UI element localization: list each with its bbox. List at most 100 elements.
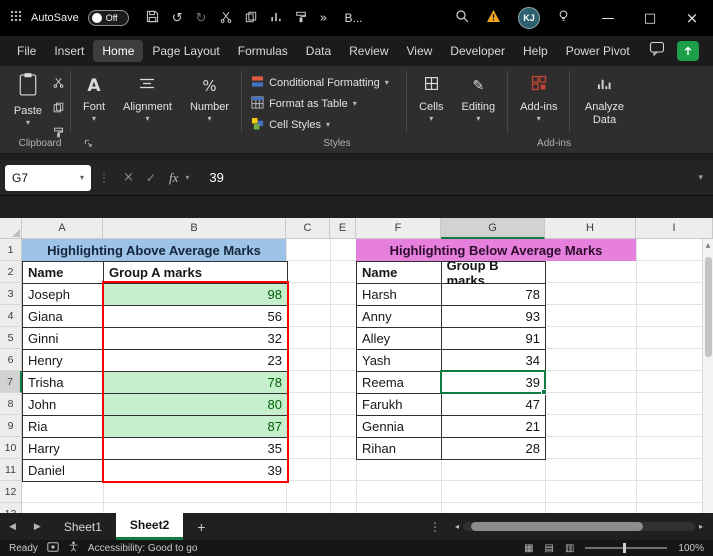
cell-F5[interactable]: Alley [357,328,442,350]
lightbulb-icon[interactable] [557,9,570,28]
row-header-4[interactable]: 4 [0,305,22,327]
analyze-data-button[interactable]: Analyze Data [573,69,635,127]
sheet-tab-sheet1[interactable]: Sheet1 [50,513,116,540]
cell-G2[interactable]: Group B marks [442,262,546,284]
cell-A8[interactable]: John [23,394,104,416]
cell-A11[interactable]: Daniel [23,460,104,482]
conditional-formatting-button[interactable]: Conditional Formatting ▾ [251,75,397,91]
cell-styles-button[interactable]: Cell Styles ▾ [251,117,397,133]
cell-A3[interactable]: Joseph [23,284,104,306]
cell-G6[interactable]: 34 [442,350,546,372]
cell-F8[interactable]: Farukh [357,394,442,416]
tab-help[interactable]: Help [514,40,557,62]
cut-icon[interactable] [53,75,64,93]
cell-F4[interactable]: Anny [357,306,442,328]
zoom-level[interactable]: 100% [678,543,704,554]
col-header-G[interactable]: G [441,218,545,239]
macro-record-icon[interactable] [47,542,59,555]
cell-A9[interactable]: Ria [23,416,104,438]
editing-group-button[interactable]: ✎ Editing ▾ [453,69,505,123]
zoom-slider[interactable] [585,547,667,549]
enter-icon[interactable]: ✓ [146,171,156,185]
minimize-button[interactable]: — [587,0,629,36]
scroll-right-icon[interactable]: ▸ [695,522,707,531]
cell-B10[interactable]: 35 [104,438,288,460]
sheet-nav-left-icon[interactable]: ◀ [0,522,25,532]
font-group-button[interactable]: A Font ▾ [74,69,114,123]
cell-G3[interactable]: 78 [442,284,546,306]
alignment-group-button[interactable]: Alignment ▾ [114,69,181,123]
format-as-table-button[interactable]: Format as Table ▾ [251,96,397,112]
save-icon[interactable] [146,10,159,26]
row-header-11[interactable]: 11 [0,459,22,481]
chart-icon[interactable] [270,11,282,26]
col-header-E[interactable]: E [330,218,356,239]
share-icon[interactable] [677,41,699,61]
cell-G5[interactable]: 91 [442,328,546,350]
dialog-launcher-icon[interactable] [84,139,93,151]
cell-A4[interactable]: Giana [23,306,104,328]
row-header-7[interactable]: 7 [0,371,22,393]
cell-A7[interactable]: Trisha [23,372,104,394]
sheet-tab-sheet2[interactable]: Sheet2 [116,513,183,540]
page-layout-view-icon[interactable]: ▤ [545,543,554,554]
accessibility-icon[interactable] [68,541,79,555]
vertical-scrollbar[interactable]: ▲ [702,239,713,513]
row-header-10[interactable]: 10 [0,437,22,459]
row-header-5[interactable]: 5 [0,327,22,349]
cell-A10[interactable]: Harry [23,438,104,460]
tab-data[interactable]: Data [297,40,340,62]
scrollbar-thumb[interactable] [471,522,643,531]
addins-button[interactable]: Add-ins ▾ [511,69,566,123]
cell-F7[interactable]: Reema [357,372,442,394]
tab-power-pivot[interactable]: Power Pivot [557,40,639,62]
app-grid-icon[interactable] [10,9,22,27]
cell-G10[interactable]: 28 [442,438,546,460]
normal-view-icon[interactable]: ▦ [524,543,533,554]
alert-icon[interactable] [486,9,501,28]
selected-cell-outline[interactable] [440,370,546,394]
row-header-1[interactable]: 1 [0,239,22,261]
cell-B7[interactable]: 78 [104,372,288,394]
banner-above-average[interactable]: Highlighting Above Average Marks [22,239,286,261]
cell-B2[interactable]: Group A marks [104,262,288,284]
col-header-C[interactable]: C [286,218,330,239]
number-group-button[interactable]: % Number ▾ [181,69,238,123]
close-button[interactable]: × [671,0,713,36]
cell-G8[interactable]: 47 [442,394,546,416]
row-header-8[interactable]: 8 [0,393,22,415]
cell-G9[interactable]: 21 [442,416,546,438]
tab-formulas[interactable]: Formulas [229,40,297,62]
scroll-up-icon[interactable]: ▲ [706,239,711,249]
cell-B9[interactable]: 87 [104,416,288,438]
search-icon[interactable] [455,9,469,28]
format-painter-icon[interactable] [295,11,307,26]
cell-F6[interactable]: Yash [357,350,442,372]
cell-F3[interactable]: Harsh [357,284,442,306]
col-header-B[interactable]: B [103,218,286,239]
row-header-6[interactable]: 6 [0,349,22,371]
tab-page-layout[interactable]: Page Layout [143,40,228,62]
scroll-left-icon[interactable]: ◂ [451,522,463,531]
autosave-toggle[interactable]: Off [88,10,129,26]
row-header-3[interactable]: 3 [0,283,22,305]
copy-icon[interactable] [53,100,64,118]
expand-formula-bar-icon[interactable]: ▾ [698,173,703,183]
tab-view[interactable]: View [398,40,442,62]
page-break-view-icon[interactable]: ▥ [565,543,574,554]
redo-icon[interactable]: ↻ [196,11,207,26]
cell-B4[interactable]: 56 [104,306,288,328]
cell-A5[interactable]: Ginni [23,328,104,350]
col-header-A[interactable]: A [22,218,103,239]
cut-icon[interactable] [220,11,232,26]
row-header-2[interactable]: 2 [0,261,22,283]
cell-F9[interactable]: Gennia [357,416,442,438]
tab-file[interactable]: File [8,40,45,62]
cell-B6[interactable]: 23 [104,350,288,372]
formula-input[interactable]: 39 [193,170,698,185]
sheet-options-icon[interactable]: ⋮ [423,520,447,534]
row-header-13[interactable]: 13 [0,503,22,513]
cell-B5[interactable]: 32 [104,328,288,350]
cancel-icon[interactable]: × [123,170,134,185]
add-sheet-button[interactable]: + [183,519,219,535]
